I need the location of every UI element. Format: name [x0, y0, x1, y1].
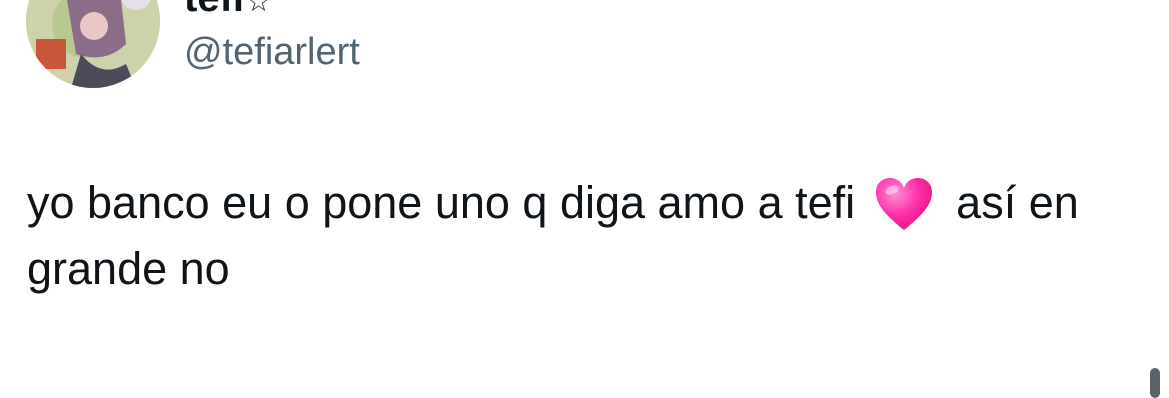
- avatar-image: [26, 0, 160, 88]
- tweet-text: yo banco eu o pone uno q diga amo a tefi…: [27, 170, 1147, 302]
- display-name[interactable]: tefi☆: [184, 0, 271, 22]
- user-handle[interactable]: @tefiarlert: [184, 30, 360, 74]
- tweet-text-part-1: yo banco eu o pone uno q diga amo a tefi: [27, 177, 856, 228]
- avatar[interactable]: [26, 0, 160, 88]
- pink-heart-icon: [874, 176, 934, 232]
- scrollbar-thumb[interactable]: [1150, 368, 1160, 398]
- display-name-text: tefi: [184, 0, 244, 20]
- star-badge-icon: ☆: [246, 0, 272, 17]
